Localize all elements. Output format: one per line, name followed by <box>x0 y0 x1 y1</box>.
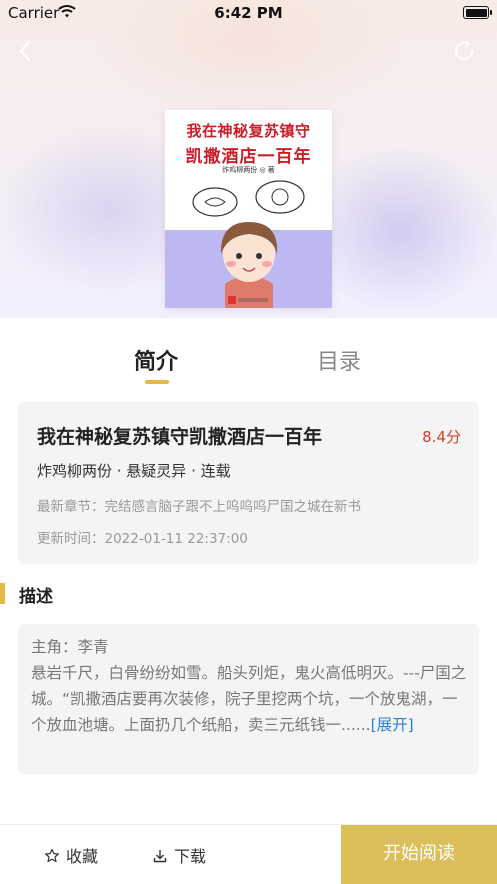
description-body: 主角：李青 悬岩千尺，白骨纷纷如雪。船头列炬，鬼火高低明灭。---尸国之城。“凯… <box>31 634 468 738</box>
latest-chapter[interactable]: 最新章节：完结感言脑子跟不上呜呜呜尸国之城在新书 <box>37 495 361 515</box>
battery-icon <box>463 6 492 19</box>
tab-intro[interactable]: 简介 <box>134 344 178 376</box>
cover-illustration <box>192 180 305 308</box>
active-tab-indicator <box>145 380 169 384</box>
refresh-icon[interactable] <box>451 38 477 64</box>
favorite-label: 收藏 <box>66 847 99 866</box>
download-icon <box>153 850 167 863</box>
tab-bar: 简介 目录 <box>0 318 497 388</box>
book-header-background: Carrier 6:42 PM 我在神秘复苏镇守 凯撒酒店一百年 炸鸡柳两份 ◎… <box>0 0 497 318</box>
star-icon <box>45 848 59 863</box>
book-info-card: 我在神秘复苏镇守凯撒酒店一百年 8.4分 炸鸡柳两份 · 悬疑灵异 · 连载 最… <box>18 402 479 564</box>
bottom-action-bar: 收藏 下载 开始阅读 <box>0 824 497 884</box>
update-time: 更新时间：2022-01-11 22:37:00 <box>37 531 248 547</box>
download-label: 下载 <box>174 847 207 866</box>
status-time: 6:42 PM <box>214 4 283 22</box>
description-heading: 描述 <box>19 587 53 607</box>
tab-table-of-contents[interactable]: 目录 <box>317 344 361 376</box>
cover-title-line1: 我在神秘复苏镇守 <box>186 122 311 140</box>
book-meta: 炸鸡柳两份 · 悬疑灵异 · 连载 <box>37 462 231 480</box>
favorite-button[interactable]: 收藏 <box>44 843 98 867</box>
book-cover[interactable]: 我在神秘复苏镇守 凯撒酒店一百年 炸鸡柳两份 ◎ 著 <box>165 110 332 308</box>
book-score: 8.4分 <box>422 428 461 446</box>
start-reading-button[interactable]: 开始阅读 <box>341 825 497 884</box>
status-bar: Carrier 6:42 PM <box>0 0 497 26</box>
cover-author: 炸鸡柳两份 ◎ 著 <box>222 166 275 174</box>
section-accent-bar <box>0 583 5 604</box>
expand-link[interactable]: [展开] <box>371 716 414 734</box>
back-icon[interactable] <box>12 38 38 64</box>
cover-title-line2: 凯撒酒店一百年 <box>185 147 312 167</box>
book-title: 我在神秘复苏镇守凯撒酒店一百年 <box>37 426 323 448</box>
description-card: 主角：李青 悬岩千尺，白骨纷纷如雪。船头列炬，鬼火高低明灭。---尸国之城。“凯… <box>18 624 479 774</box>
download-button[interactable]: 下载 <box>152 843 206 867</box>
